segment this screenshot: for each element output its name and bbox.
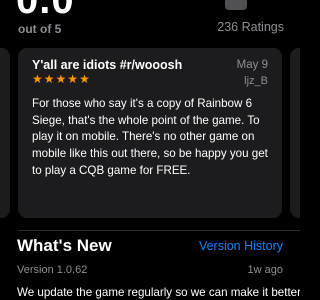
ratings-count: 236 Ratings bbox=[217, 20, 284, 34]
rating-out-of-label: out of 5 bbox=[18, 22, 62, 36]
review-date: May 9 bbox=[236, 59, 268, 71]
version-history-link[interactable]: Version History bbox=[199, 239, 283, 253]
star-icon: ★ bbox=[43, 72, 55, 86]
section-divider bbox=[18, 230, 300, 231]
review-body: For those who say it's a copy of Rainbow… bbox=[32, 97, 268, 177]
whats-new-title: What's New bbox=[17, 236, 112, 255]
star-icon: ★ bbox=[79, 72, 90, 86]
next-review-card[interactable] bbox=[290, 48, 300, 218]
review-card[interactable]: Y'all are idiots #r/wooosh May 9 ★ ★ ★ ★… bbox=[18, 48, 282, 218]
version-date: 1w ago bbox=[247, 264, 283, 276]
app-thumbnail-icon bbox=[225, 0, 247, 10]
app-store-page: 0.0 out of 5 236 Ratings Y'all are idiot… bbox=[0, 0, 300, 300]
whats-new-body: We update the game regularly so we can m… bbox=[17, 286, 300, 299]
review-author: ljz_B bbox=[244, 75, 268, 87]
star-icon: ★ bbox=[67, 72, 79, 86]
average-rating-score: 0.0 bbox=[16, 0, 75, 22]
version-number: Version 1.0.62 bbox=[17, 264, 88, 276]
previous-review-card[interactable] bbox=[0, 48, 10, 218]
star-icon: ★ bbox=[55, 72, 67, 86]
review-stars: ★ ★ ★ ★ ★ bbox=[32, 73, 90, 86]
star-icon: ★ bbox=[32, 72, 43, 86]
review-title: Y'all are idiots #r/wooosh bbox=[32, 58, 183, 72]
